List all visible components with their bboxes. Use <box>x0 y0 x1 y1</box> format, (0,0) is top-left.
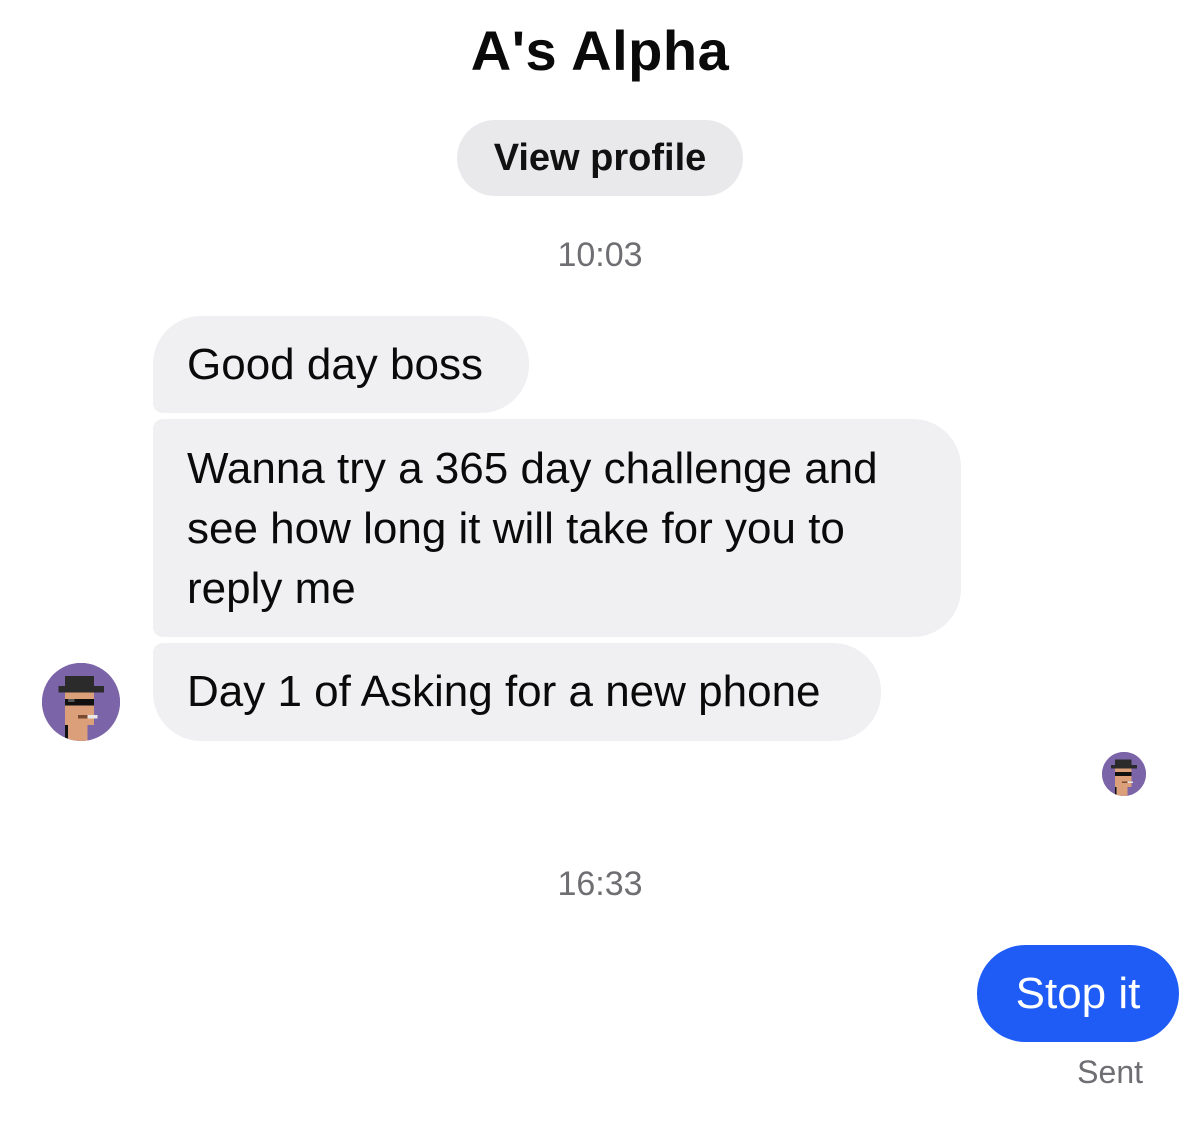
incoming-message-bubble[interactable]: Wanna try a 365 day challenge and see ho… <box>153 419 961 637</box>
message-status: Sent <box>1077 1054 1143 1090</box>
message-timestamp: 10:03 <box>557 236 643 274</box>
outgoing-message-bubble[interactable]: Stop it <box>977 945 1179 1042</box>
message-text: Stop it <box>1015 968 1141 1018</box>
conversation-title: A's Alpha <box>470 19 730 82</box>
incoming-message-bubble[interactable]: Day 1 of Asking for a new phone <box>153 643 881 741</box>
message-text: Good day boss <box>187 339 483 389</box>
message-text: Day 1 of Asking for a new phone <box>187 667 821 716</box>
pixel-avatar-hat-sunglasses-icon <box>1102 752 1146 796</box>
sender-avatar[interactable] <box>42 663 120 741</box>
message-text: Wanna try a 365 day challenge and see ho… <box>187 444 878 613</box>
incoming-message-bubble[interactable]: Good day boss <box>153 316 529 413</box>
read-receipt-avatar <box>1102 752 1146 796</box>
view-profile-button[interactable]: View profile <box>457 120 743 196</box>
message-timestamp: 16:33 <box>557 865 643 903</box>
pixel-avatar-hat-sunglasses-icon <box>42 663 120 741</box>
